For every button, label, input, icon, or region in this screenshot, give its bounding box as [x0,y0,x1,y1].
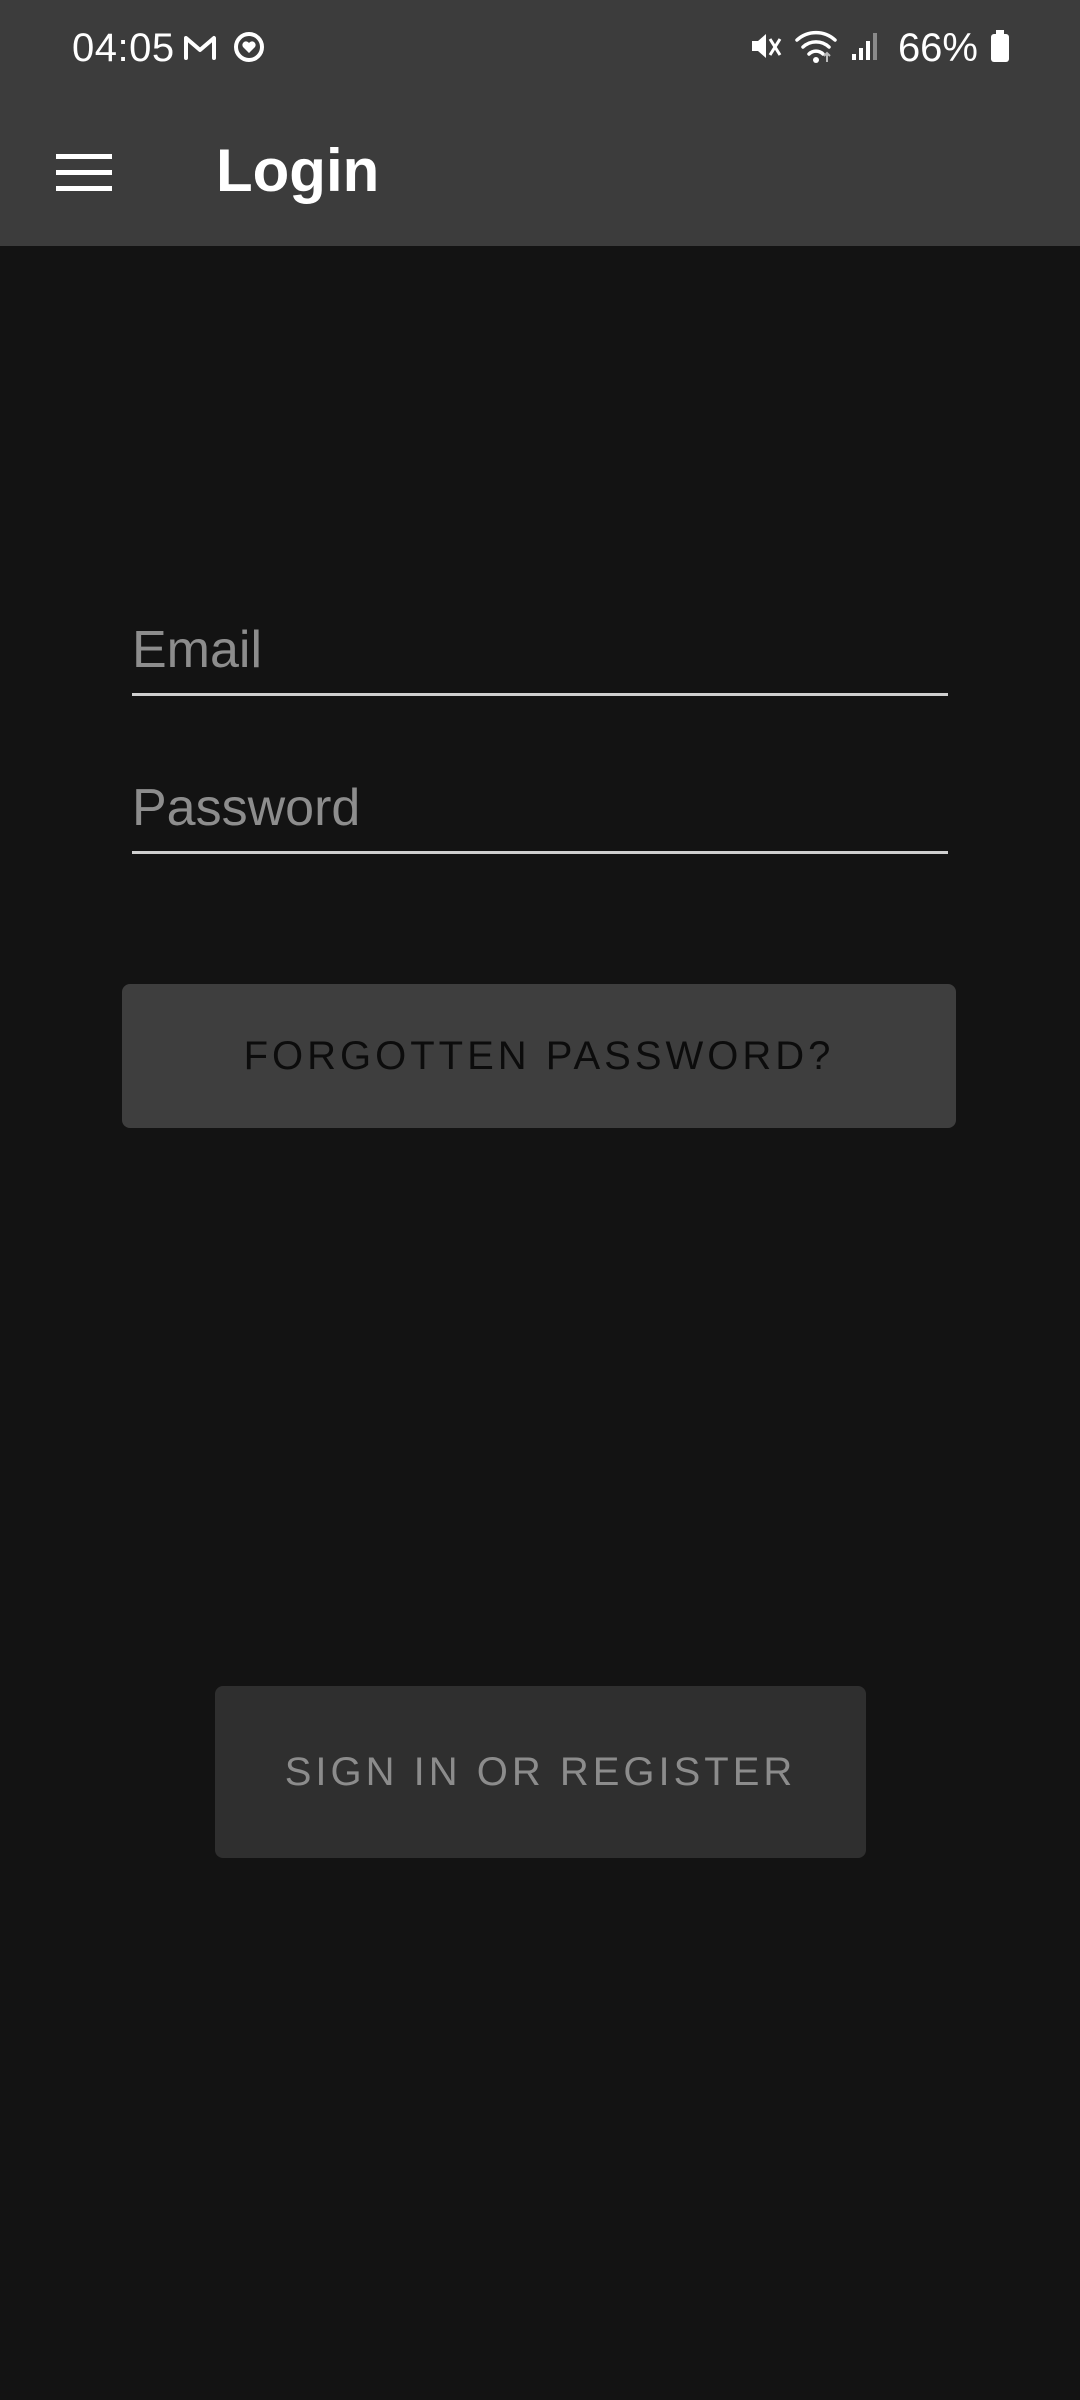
app-bar: Login [0,96,1080,246]
sign-in-button[interactable]: SIGN IN OR REGISTER [215,1686,866,1858]
status-left-icons [182,30,266,69]
password-field[interactable] [132,764,948,851]
password-field-container [132,764,948,854]
heart-circle-icon [232,30,266,69]
mute-icon [748,29,782,68]
menu-button[interactable] [42,132,126,216]
status-right-icons: 66% [748,22,1010,74]
email-field[interactable] [132,606,948,693]
forgot-password-button[interactable]: FORGOTTEN PASSWORD? [122,984,956,1128]
page-title: Login [216,137,380,204]
gmail-icon [182,32,218,67]
battery-percentage: 66% [897,26,978,70]
wifi-icon [794,28,838,69]
forgot-password-label: FORGOTTEN PASSWORD? [243,1033,835,1078]
status-bar: 04:05 66% [0,0,1080,96]
sign-in-label: SIGN IN OR REGISTER [284,1749,797,1794]
battery-icon [990,29,1010,68]
email-field-container [132,606,948,696]
status-time: 04:05 [72,26,175,70]
signal-icon [850,30,880,67]
hamburger-menu-icon [55,152,113,197]
